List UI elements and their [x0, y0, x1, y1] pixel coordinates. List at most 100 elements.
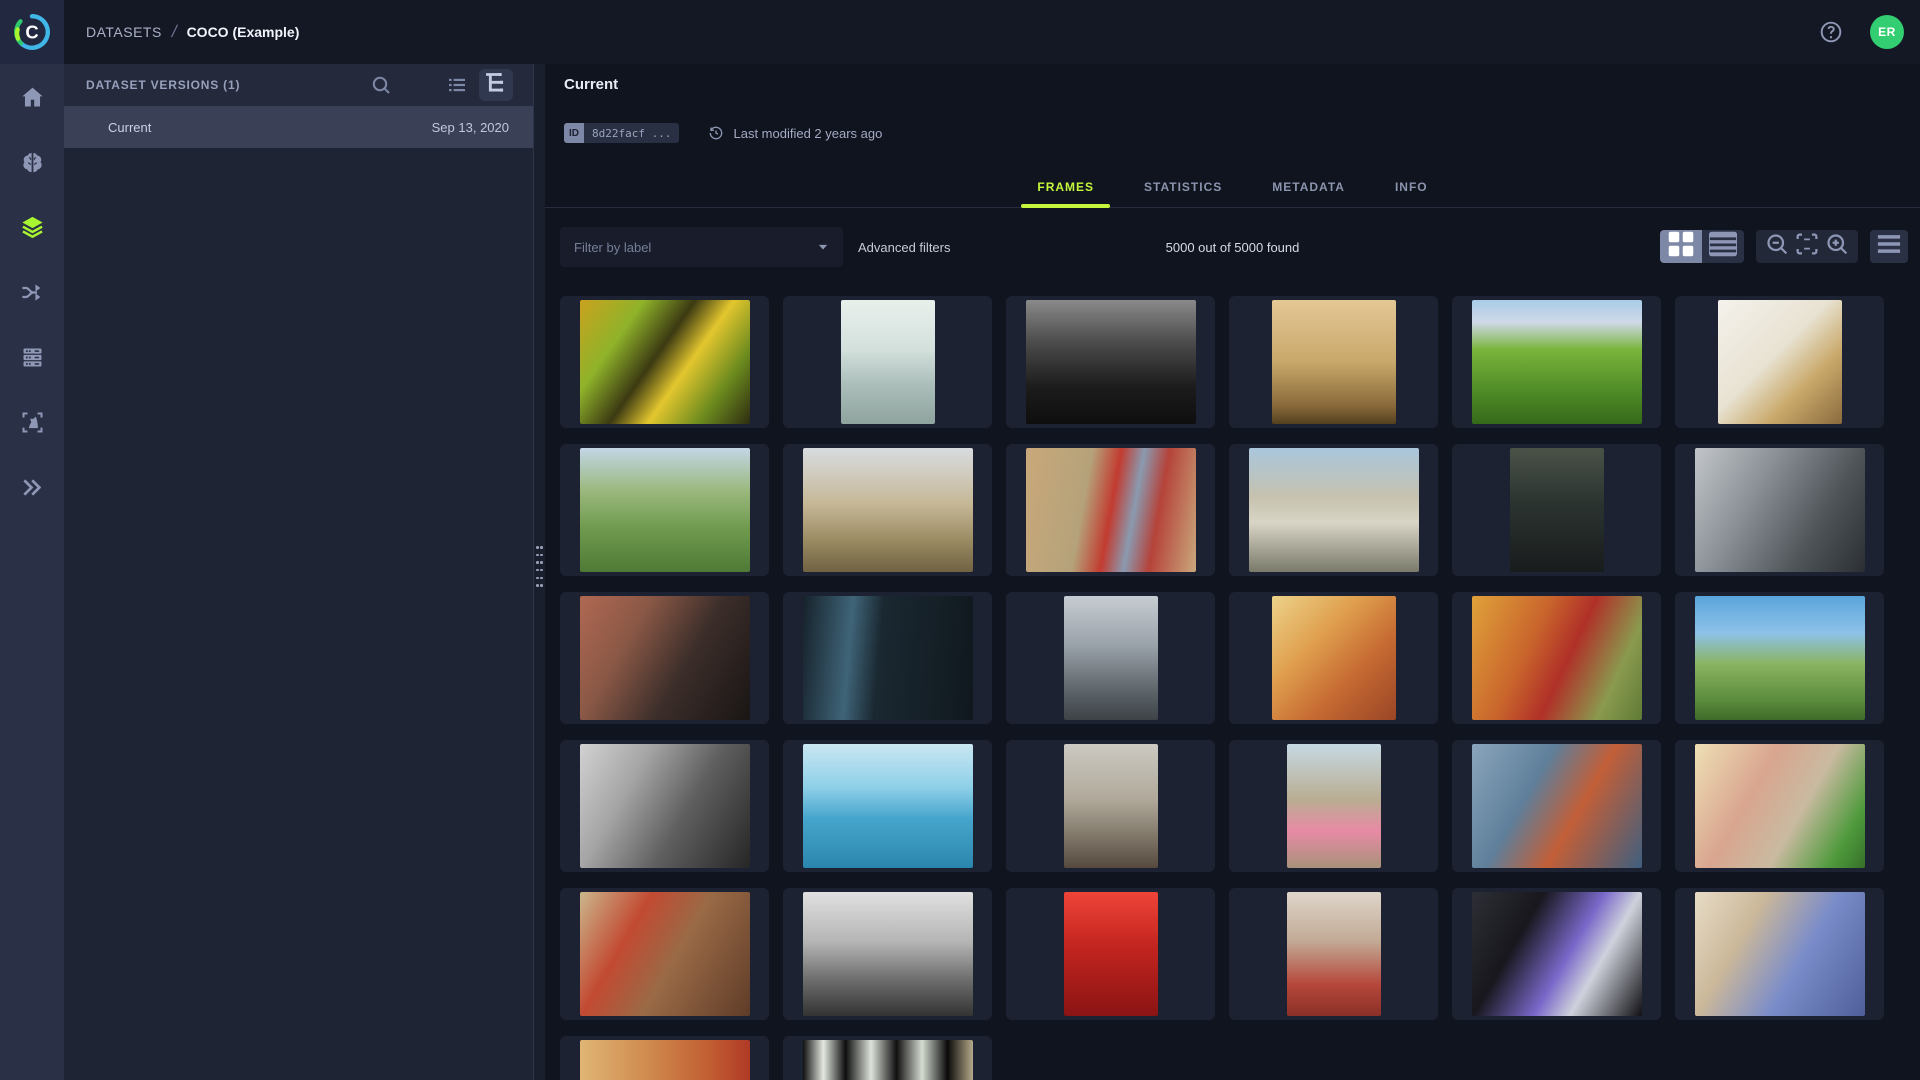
frame-thumbnail — [803, 744, 973, 868]
frame-tile[interactable] — [1452, 444, 1661, 576]
tab-metadata[interactable]: METADATA — [1256, 174, 1361, 207]
frame-tile[interactable] — [1229, 740, 1438, 872]
frame-thumbnail — [580, 892, 750, 1016]
frame-tile[interactable] — [783, 888, 992, 1020]
history-icon — [707, 124, 725, 142]
sidebar-item-pipelines[interactable] — [14, 277, 50, 313]
filter-by-label-select[interactable]: Filter by label — [560, 227, 843, 267]
frame-tile[interactable] — [560, 1036, 769, 1080]
frame-tile[interactable] — [560, 444, 769, 576]
avatar[interactable]: ER — [1870, 15, 1904, 49]
frame-thumbnail — [1026, 300, 1196, 424]
panel-resize-divider[interactable] — [533, 64, 545, 1080]
frame-tile[interactable] — [783, 592, 992, 724]
frame-thumbnail — [1064, 744, 1158, 868]
frame-thumbnail — [1472, 596, 1642, 720]
frame-thumbnail — [1287, 892, 1381, 1016]
tab-bar: FRAMES STATISTICS METADATA INFO — [545, 174, 1920, 208]
frame-tile[interactable] — [1229, 888, 1438, 1020]
frames-grid — [560, 296, 1884, 1080]
frame-tile[interactable] — [1229, 296, 1438, 428]
frame-tile[interactable] — [1675, 888, 1884, 1020]
version-id-badge[interactable]: ID 8d22facf ... — [564, 123, 679, 143]
frame-tile[interactable] — [1452, 592, 1661, 724]
frame-tile[interactable] — [1675, 296, 1884, 428]
grid-settings-button[interactable] — [1870, 230, 1908, 263]
frame-tile[interactable] — [560, 888, 769, 1020]
clearml-logo[interactable]: C — [0, 0, 64, 64]
frame-tile[interactable] — [1006, 740, 1215, 872]
brain-icon — [19, 149, 46, 181]
sidebar-item-hyper-datasets[interactable] — [14, 212, 50, 248]
pipeline-icon — [19, 279, 46, 311]
tab-statistics[interactable]: STATISTICS — [1128, 174, 1238, 207]
menu-icon — [1870, 225, 1908, 268]
dataset-versions-panel: DATASET VERSIONS (1) Current Sep 13, 202… — [64, 64, 533, 1080]
zoom-in-icon — [1822, 229, 1852, 264]
frame-thumbnail — [1718, 300, 1842, 424]
servers-icon — [19, 344, 46, 376]
id-label: ID — [564, 123, 584, 143]
list-view-icon[interactable] — [445, 73, 469, 97]
frame-tile[interactable] — [560, 740, 769, 872]
tab-frames[interactable]: FRAMES — [1021, 174, 1110, 207]
frame-thumbnail — [580, 596, 750, 720]
frame-thumbnail — [803, 892, 973, 1016]
last-modified-text: Last modified 2 years ago — [733, 126, 882, 141]
zoom-out-button[interactable] — [1762, 230, 1792, 263]
help-icon[interactable] — [1818, 19, 1844, 45]
breadcrumb-datasets[interactable]: DATASETS — [86, 24, 162, 40]
filter-placeholder: Filter by label — [574, 240, 813, 255]
frame-tile[interactable] — [1006, 592, 1215, 724]
zoom-controls — [1756, 230, 1858, 263]
advanced-filters-link[interactable]: Advanced filters — [858, 227, 951, 267]
frame-tile[interactable] — [1229, 444, 1438, 576]
tree-view-button[interactable] — [479, 69, 513, 101]
zoom-in-button[interactable] — [1822, 230, 1852, 263]
fit-to-screen-button[interactable] — [1792, 230, 1822, 263]
grid-view-button[interactable] — [1660, 230, 1702, 263]
version-row-current[interactable]: Current Sep 13, 2020 — [64, 106, 533, 148]
frame-tile[interactable] — [1006, 296, 1215, 428]
sidebar-item-annotations[interactable] — [14, 407, 50, 443]
frame-tile[interactable] — [560, 296, 769, 428]
frame-thumbnail — [803, 448, 973, 572]
frame-thumbnail — [580, 300, 750, 424]
frame-tile[interactable] — [1006, 888, 1215, 1020]
frame-tile[interactable] — [1006, 444, 1215, 576]
frame-thumbnail — [1064, 596, 1158, 720]
breadcrumb-separator: / — [170, 22, 179, 42]
frame-tile[interactable] — [783, 444, 992, 576]
frame-tile[interactable] — [1675, 740, 1884, 872]
frame-thumbnail — [1472, 300, 1642, 424]
app-window: C DATASETS / COCO (Example) ER DATASET V… — [0, 0, 1920, 1080]
table-view-button[interactable] — [1702, 230, 1744, 263]
layers-icon — [19, 214, 46, 246]
frame-tile[interactable] — [1452, 740, 1661, 872]
clearml-logo-icon: C — [11, 11, 53, 53]
id-value: 8d22facf ... — [584, 123, 679, 143]
frame-tile[interactable] — [1452, 296, 1661, 428]
frame-tile[interactable] — [560, 592, 769, 724]
frame-tile[interactable] — [1675, 444, 1884, 576]
search-icon[interactable] — [369, 73, 393, 97]
frame-tile[interactable] — [783, 1036, 992, 1080]
frame-thumbnail — [580, 744, 750, 868]
frame-tile[interactable] — [1229, 592, 1438, 724]
frame-tile[interactable] — [783, 740, 992, 872]
frame-tile[interactable] — [783, 296, 992, 428]
frame-tile[interactable] — [1452, 888, 1661, 1020]
grid-view-icon — [1660, 230, 1702, 263]
sidebar-item-workers-queues[interactable] — [14, 342, 50, 378]
version-name: Current — [108, 120, 432, 135]
tab-info[interactable]: INFO — [1379, 174, 1444, 207]
frame-thumbnail — [580, 1040, 750, 1080]
frames-toolbar: Filter by label Advanced filters 5000 ou… — [545, 227, 1920, 269]
frame-tile[interactable] — [1675, 592, 1884, 724]
view-mode-toggle — [1660, 230, 1744, 263]
breadcrumb-current-dataset: COCO (Example) — [187, 24, 300, 40]
sidebar-item-home[interactable] — [14, 82, 50, 118]
sidebar-item-projects[interactable] — [14, 147, 50, 183]
frame-thumbnail — [1026, 448, 1196, 572]
sidebar-item-expand[interactable] — [14, 472, 50, 508]
